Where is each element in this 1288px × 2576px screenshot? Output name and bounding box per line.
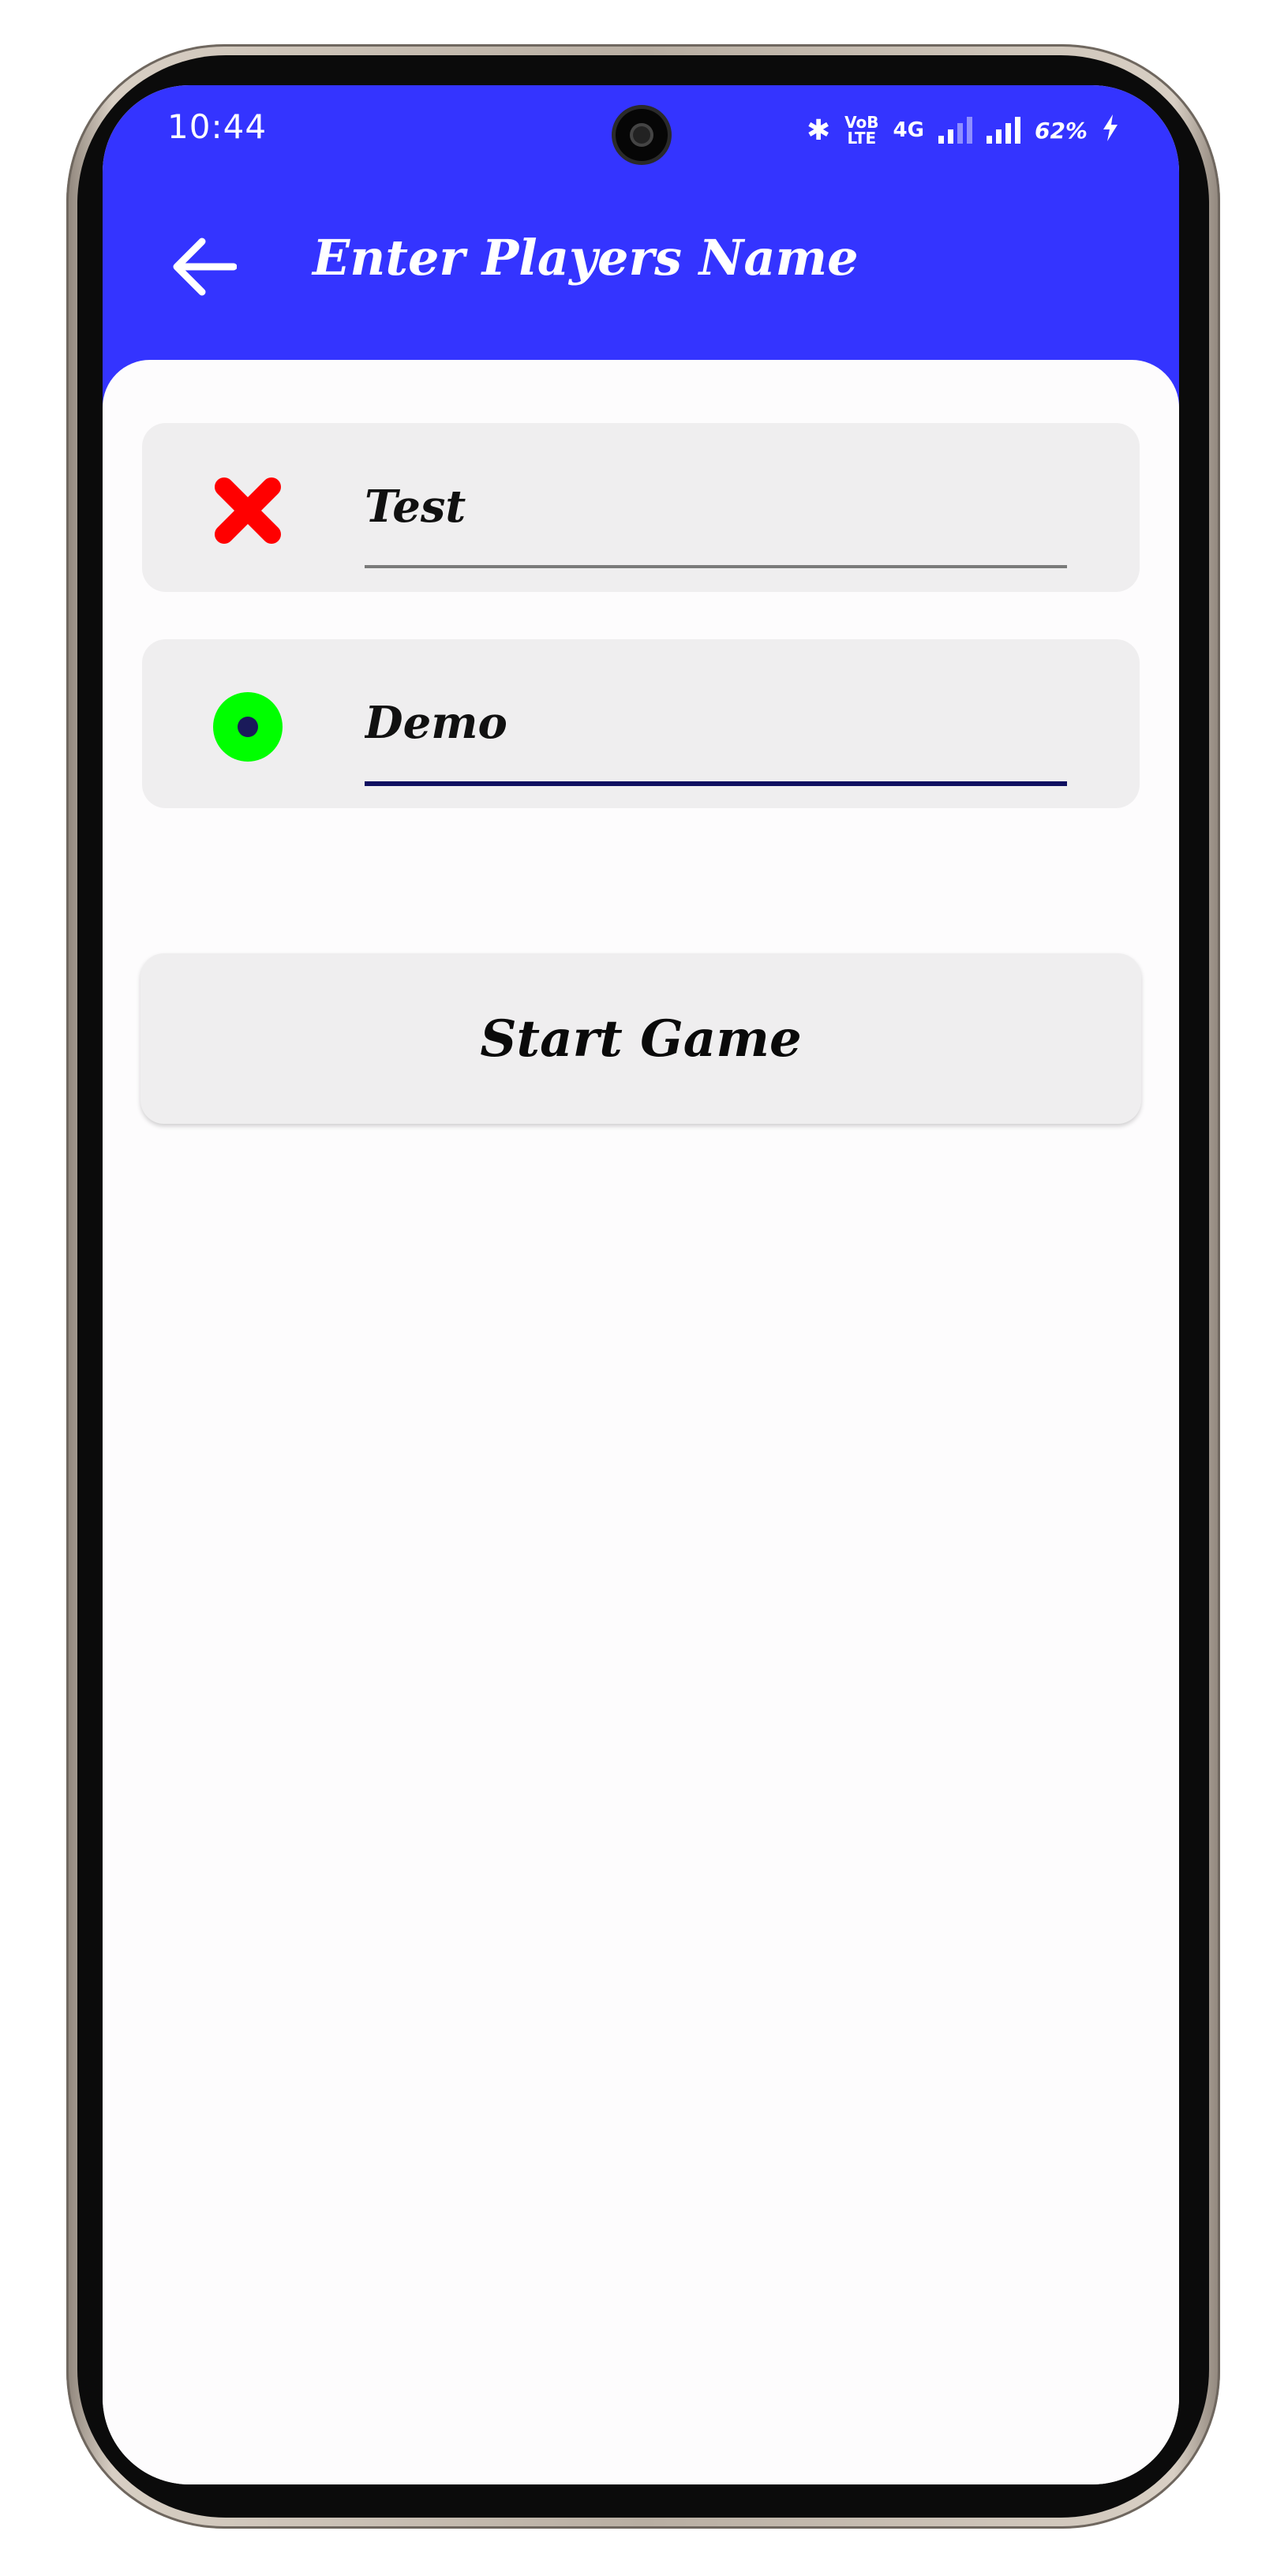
back-button[interactable] [164, 227, 243, 306]
charging-icon [1102, 114, 1119, 147]
circle-icon [213, 692, 283, 762]
volte-icon: VoB LTE [844, 114, 878, 146]
player-2-name-field[interactable] [365, 671, 1067, 775]
status-icons: ✱ VoB LTE 4G 62% [807, 110, 1119, 150]
player-1-underline [365, 565, 1067, 568]
status-bar: 10:44 ✱ VoB LTE 4G 62% [103, 85, 1179, 172]
4g-signal-icon [938, 117, 972, 144]
start-game-button[interactable]: Start Game [140, 953, 1141, 1124]
player-2-name-input[interactable] [365, 671, 1067, 775]
content-sheet: Start Game [103, 360, 1179, 2484]
cross-icon [213, 476, 283, 545]
signal-icon [986, 117, 1020, 144]
arrow-left-icon [173, 238, 237, 296]
screen: 10:44 ✱ VoB LTE 4G 62% Enter Players Nam… [103, 85, 1179, 2484]
player-2-underline-focused [365, 781, 1067, 786]
player-card-2 [142, 639, 1140, 808]
volte-bottom-label: LTE [847, 129, 877, 148]
battery-level: 62% [1034, 117, 1088, 144]
status-time: 10:44 [167, 107, 268, 146]
front-camera [616, 109, 668, 161]
page: 10:44 ✱ VoB LTE 4G 62% Enter Players Nam… [0, 0, 1288, 2576]
network-type: 4G [893, 118, 924, 142]
bluetooth-icon: ✱ [806, 114, 831, 147]
player-1-name-input[interactable] [365, 455, 1067, 559]
player-card-1 [142, 423, 1140, 592]
player-1-name-field[interactable] [365, 455, 1067, 559]
page-title: Enter Players Name [313, 229, 859, 286]
